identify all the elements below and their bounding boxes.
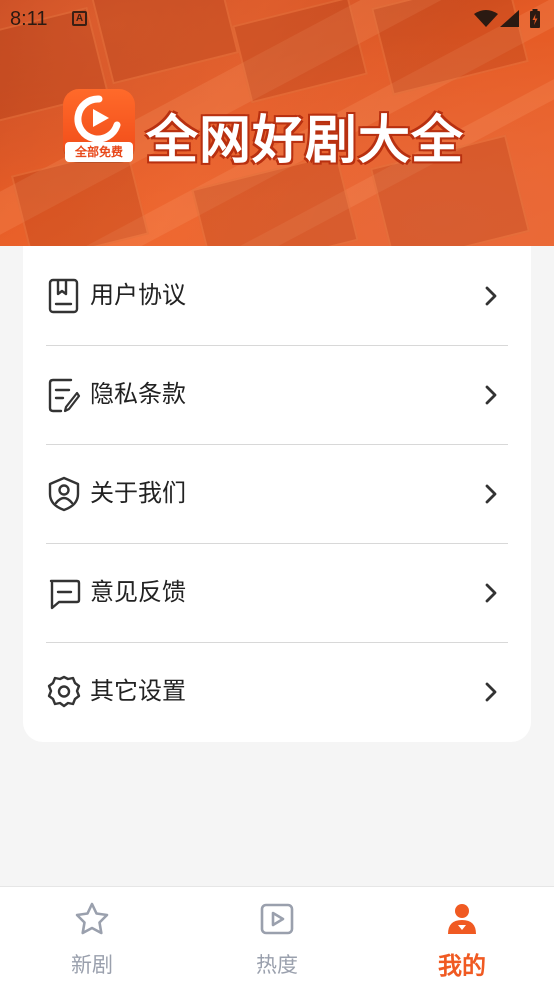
menu-item-privacy-terms[interactable]: 隐私条款 xyxy=(23,345,508,444)
tab-new-dramas[interactable]: 新剧 xyxy=(27,887,157,985)
logo-badge: 全部免费 xyxy=(65,142,133,162)
play-icon xyxy=(260,903,294,935)
menu-item-label: 隐私条款 xyxy=(90,380,186,408)
shield-user-icon xyxy=(48,476,80,512)
play-logo-icon xyxy=(74,95,121,143)
menu-item-user-agreement[interactable]: 用户协议 xyxy=(23,246,508,345)
tab-mine[interactable]: 我的 xyxy=(397,887,527,985)
wifi-icon xyxy=(474,10,498,27)
battery-icon xyxy=(530,9,540,28)
document-icon xyxy=(48,278,79,314)
chevron-right-icon xyxy=(485,583,497,603)
menu-item-about-us[interactable]: 关于我们 xyxy=(23,444,508,543)
tab-label: 新剧 xyxy=(71,953,113,977)
a-icon: A xyxy=(72,11,87,26)
menu-item-label: 关于我们 xyxy=(90,479,186,507)
tab-label: 热度 xyxy=(256,953,298,977)
gear-icon xyxy=(47,675,81,708)
banner-title: 全网好剧大全 xyxy=(146,111,465,171)
chevron-right-icon xyxy=(485,682,497,702)
edit-document-icon xyxy=(48,378,81,413)
menu-item-label: 用户协议 xyxy=(90,281,186,309)
user-icon xyxy=(448,904,476,934)
menu-item-feedback[interactable]: 意见反馈 xyxy=(23,543,508,642)
tab-trending[interactable]: 热度 xyxy=(212,887,342,985)
bottom-nav: 新剧 热度 我的 xyxy=(0,886,554,985)
menu-item-label: 意见反馈 xyxy=(90,578,186,606)
chevron-right-icon xyxy=(485,385,497,405)
tab-label: 我的 xyxy=(438,952,486,980)
status-time: 8:11 xyxy=(10,8,48,30)
header-banner: 8:11 A 全部免费 全网好剧大全 xyxy=(0,0,554,246)
signal-icon xyxy=(500,10,519,27)
menu-item-other-settings[interactable]: 其它设置 xyxy=(23,642,508,741)
status-bar: 8:11 A xyxy=(0,0,554,40)
message-icon xyxy=(49,579,81,610)
chevron-right-icon xyxy=(485,484,497,504)
star-icon xyxy=(75,902,109,935)
menu-item-label: 其它设置 xyxy=(90,677,186,705)
chevron-right-icon xyxy=(485,286,497,306)
